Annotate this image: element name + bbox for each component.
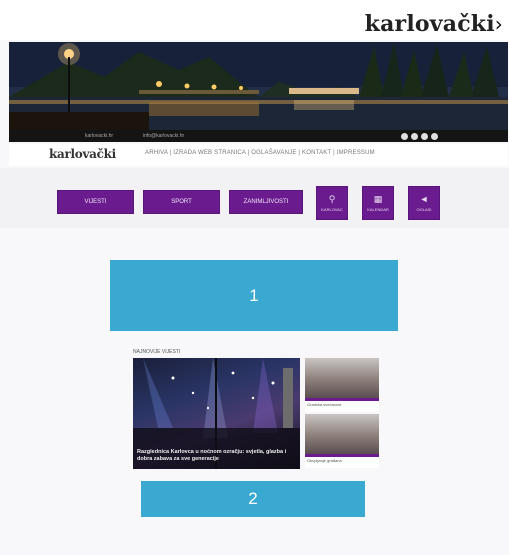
nav-button-sport[interactable]: SPORT bbox=[143, 190, 220, 214]
news-main-caption[interactable]: Razglednica Karlovca u noćnom ozračju: s… bbox=[137, 449, 295, 463]
news-side-caption: Okupljanje građana bbox=[307, 458, 342, 463]
top-header: karlovački› bbox=[0, 0, 509, 40]
ad-slot-1[interactable]: 1 bbox=[110, 260, 398, 331]
pin-icon: ⚲ bbox=[328, 193, 336, 204]
nav-square-karlovac[interactable]: ⚲ KARLOVAC bbox=[316, 186, 348, 220]
megaphone-icon: ◄ bbox=[419, 193, 429, 204]
twitter-icon[interactable] bbox=[411, 133, 418, 140]
news-side-image bbox=[305, 358, 379, 398]
nav-button-vijesti[interactable]: VIJESTI bbox=[57, 190, 134, 214]
logo-text: karlovački bbox=[364, 11, 495, 37]
nav-button-zanimljivosti[interactable]: ZANIMLJIVOSTI bbox=[229, 190, 303, 214]
calendar-icon: ▦ bbox=[373, 193, 383, 204]
news-side-accent-bar bbox=[305, 454, 379, 457]
social-icons bbox=[401, 133, 438, 140]
section-label: NAJNOVIJE VIJESTI bbox=[133, 349, 181, 355]
youtube-icon[interactable] bbox=[431, 133, 438, 140]
news-side-accent-bar bbox=[305, 398, 379, 401]
square-label: KARLOVAC bbox=[321, 206, 343, 212]
news-side-card-1[interactable]: Gradska svečanost bbox=[305, 358, 379, 412]
logo-arrow-icon: › bbox=[494, 12, 503, 36]
hero-info-strip: karlovacki.hr info@karlovacki.hr bbox=[9, 130, 508, 142]
hero-night-scene bbox=[9, 42, 508, 130]
square-label: KALENDAR bbox=[367, 206, 389, 212]
ad-slot-2[interactable]: 2 bbox=[141, 481, 365, 517]
sub-logo[interactable]: karlovački bbox=[49, 147, 116, 161]
facebook-icon[interactable] bbox=[401, 133, 408, 140]
strip-site-text[interactable]: karlovacki.hr bbox=[85, 133, 113, 139]
hero-banner[interactable]: karlovacki.hr info@karlovacki.hr bbox=[9, 42, 508, 142]
nav-square-oglasi[interactable]: ◄ OGLASI bbox=[408, 186, 440, 220]
nav-square-kalendar[interactable]: ▦ KALENDAR bbox=[362, 186, 394, 220]
site-logo[interactable]: karlovački› bbox=[365, 11, 503, 37]
news-side-card-2[interactable]: Okupljanje građana bbox=[305, 414, 379, 468]
sub-nav-links[interactable]: ARHIVA | IZRADA WEB STRANICA | OGLAŠAVAN… bbox=[145, 150, 375, 156]
strip-email-text[interactable]: info@karlovacki.hr bbox=[143, 133, 184, 139]
page: karlovački› karlovacki.hr info@karlovack… bbox=[0, 0, 509, 555]
news-side-caption: Gradska svečanost bbox=[307, 402, 342, 407]
news-side-image bbox=[305, 414, 379, 454]
square-label: OGLASI bbox=[416, 206, 432, 212]
news-main-card[interactable]: Razglednica Karlovca u noćnom ozračju: s… bbox=[133, 358, 300, 469]
instagram-icon[interactable] bbox=[421, 133, 428, 140]
sub-navigation: karlovački ARHIVA | IZRADA WEB STRANICA … bbox=[9, 144, 508, 166]
